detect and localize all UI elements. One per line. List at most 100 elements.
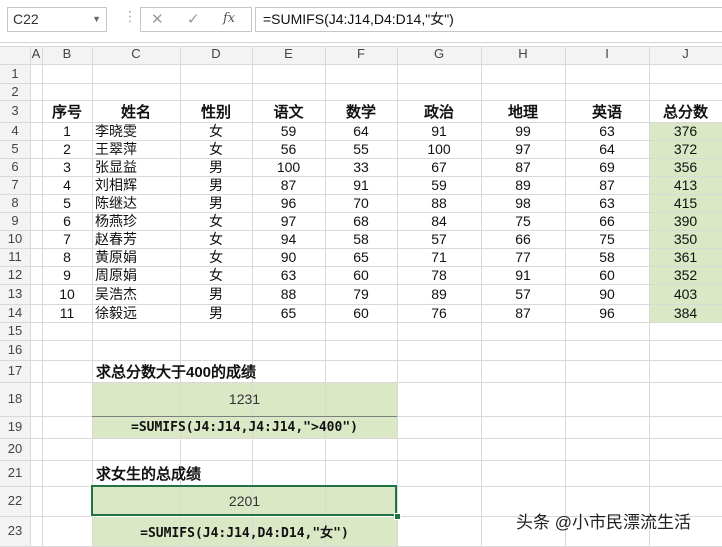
table-cell[interactable]: 男	[180, 158, 252, 176]
table-header-cell[interactable]: 政治	[397, 100, 481, 122]
table-cell[interactable]: 65	[252, 304, 325, 322]
table-cell[interactable]: 58	[325, 230, 397, 248]
table-cell[interactable]: 100	[397, 140, 481, 158]
table-cell[interactable]: 57	[481, 284, 565, 304]
table-cell[interactable]: 吴浩杰	[92, 284, 180, 304]
row-header-16[interactable]: 16	[0, 340, 30, 360]
row-header-13[interactable]: 13	[0, 284, 30, 304]
table-cell[interactable]: 91	[325, 176, 397, 194]
table-cell[interactable]: 徐毅远	[92, 304, 180, 322]
table-cell[interactable]: 7	[42, 230, 92, 248]
table-cell[interactable]: 91	[397, 122, 481, 140]
table-cell[interactable]: 75	[565, 230, 649, 248]
row-header-7[interactable]: 7	[0, 176, 30, 194]
block1-result[interactable]: 1231	[92, 382, 397, 416]
table-cell[interactable]: 68	[325, 212, 397, 230]
table-cell[interactable]: 75	[481, 212, 565, 230]
table-cell[interactable]: 男	[180, 304, 252, 322]
table-cell[interactable]: 67	[397, 158, 481, 176]
row-header-11[interactable]: 11	[0, 248, 30, 266]
row-header-2[interactable]: 2	[0, 83, 30, 100]
column-header-C[interactable]: C	[92, 46, 180, 64]
table-cell[interactable]: 63	[565, 122, 649, 140]
table-cell[interactable]: 周原娟	[92, 266, 180, 284]
table-header-cell[interactable]: 序号	[42, 100, 92, 122]
table-header-cell[interactable]: 语文	[252, 100, 325, 122]
cancel-icon[interactable]: ✕	[151, 10, 164, 28]
row-header-12[interactable]: 12	[0, 266, 30, 284]
table-cell[interactable]: 赵春芳	[92, 230, 180, 248]
table-cell[interactable]: 55	[325, 140, 397, 158]
table-cell[interactable]: 女	[180, 230, 252, 248]
table-cell[interactable]: 384	[649, 304, 722, 322]
insert-function-icon[interactable]: fx	[223, 11, 235, 26]
table-cell[interactable]: 96	[252, 194, 325, 212]
column-header-J[interactable]: J	[649, 46, 722, 64]
column-header-D[interactable]: D	[180, 46, 252, 64]
table-cell[interactable]: 71	[397, 248, 481, 266]
table-cell[interactable]: 2	[42, 140, 92, 158]
table-cell[interactable]: 59	[397, 176, 481, 194]
table-cell[interactable]: 413	[649, 176, 722, 194]
table-cell[interactable]: 88	[397, 194, 481, 212]
table-cell[interactable]: 77	[481, 248, 565, 266]
row-header-8[interactable]: 8	[0, 194, 30, 212]
table-cell[interactable]: 78	[397, 266, 481, 284]
table-cell[interactable]: 黄原娟	[92, 248, 180, 266]
column-header-G[interactable]: G	[397, 46, 481, 64]
table-cell[interactable]: 415	[649, 194, 722, 212]
table-cell[interactable]: 376	[649, 122, 722, 140]
row-header-6[interactable]: 6	[0, 158, 30, 176]
enter-icon[interactable]: ✓	[187, 10, 200, 28]
row-header-18[interactable]: 18	[0, 382, 30, 416]
table-cell[interactable]: 352	[649, 266, 722, 284]
table-header-cell[interactable]: 总分数	[649, 100, 722, 122]
chevron-down-icon[interactable]: ▼	[92, 8, 101, 31]
table-cell[interactable]: 女	[180, 266, 252, 284]
table-cell[interactable]: 90	[252, 248, 325, 266]
formula-input[interactable]: =SUMIFS(J4:J14,D4:D14,"女")	[255, 7, 722, 32]
table-cell[interactable]: 女	[180, 122, 252, 140]
table-cell[interactable]: 陈继达	[92, 194, 180, 212]
row-header-10[interactable]: 10	[0, 230, 30, 248]
table-cell[interactable]: 王翠萍	[92, 140, 180, 158]
table-cell[interactable]: 58	[565, 248, 649, 266]
table-cell[interactable]: 65	[325, 248, 397, 266]
block1-formula[interactable]: =SUMIFS(J4:J14,J4:J14,">400")	[92, 416, 397, 438]
table-cell[interactable]: 33	[325, 158, 397, 176]
table-cell[interactable]: 87	[481, 158, 565, 176]
table-cell[interactable]: 66	[481, 230, 565, 248]
table-cell[interactable]: 56	[252, 140, 325, 158]
row-header-21[interactable]: 21	[0, 460, 30, 486]
column-header-I[interactable]: I	[565, 46, 649, 64]
table-cell[interactable]: 11	[42, 304, 92, 322]
table-cell[interactable]: 64	[565, 140, 649, 158]
table-cell[interactable]: 97	[252, 212, 325, 230]
table-cell[interactable]: 64	[325, 122, 397, 140]
table-cell[interactable]: 9	[42, 266, 92, 284]
table-cell[interactable]: 100	[252, 158, 325, 176]
row-header-3[interactable]: 3	[0, 100, 30, 122]
table-cell[interactable]: 88	[252, 284, 325, 304]
table-cell[interactable]: 4	[42, 176, 92, 194]
table-cell[interactable]: 76	[397, 304, 481, 322]
table-cell[interactable]: 8	[42, 248, 92, 266]
table-cell[interactable]: 87	[252, 176, 325, 194]
table-cell[interactable]: 女	[180, 140, 252, 158]
table-cell[interactable]: 杨燕珍	[92, 212, 180, 230]
more-options-icon[interactable]: ⋮	[123, 8, 137, 25]
row-header-17[interactable]: 17	[0, 360, 30, 382]
table-cell[interactable]: 女	[180, 248, 252, 266]
table-cell[interactable]: 63	[252, 266, 325, 284]
block1-title[interactable]: 求总分数大于400的成绩	[92, 360, 396, 382]
table-cell[interactable]: 403	[649, 284, 722, 304]
table-cell[interactable]: 98	[481, 194, 565, 212]
table-cell[interactable]: 63	[565, 194, 649, 212]
block2-title[interactable]: 求女生的总成绩	[92, 460, 396, 486]
table-cell[interactable]: 男	[180, 284, 252, 304]
column-header-A[interactable]: A	[30, 46, 42, 64]
table-cell[interactable]: 89	[397, 284, 481, 304]
table-cell[interactable]: 3	[42, 158, 92, 176]
table-cell[interactable]: 356	[649, 158, 722, 176]
table-cell[interactable]: 69	[565, 158, 649, 176]
